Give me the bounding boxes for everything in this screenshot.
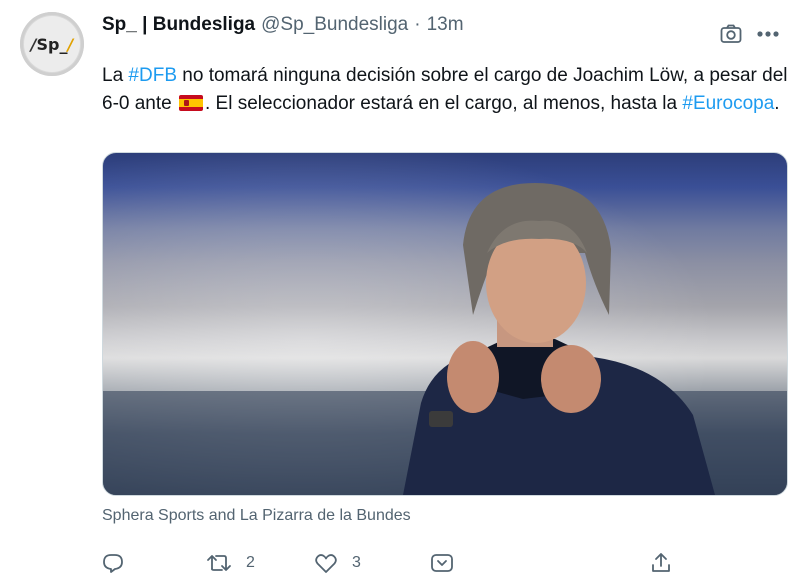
share-button[interactable]	[650, 552, 672, 574]
camera-icon[interactable]	[720, 24, 742, 44]
reply-button[interactable]	[102, 552, 124, 574]
retweet-count: 2	[246, 554, 255, 571]
share-icon	[650, 552, 672, 574]
more-icon[interactable]	[756, 30, 780, 38]
chevron-down-icon	[430, 552, 454, 574]
retweet-button[interactable]: 2	[206, 552, 255, 574]
tweet-text: La #DFB no tomará ninguna decisión sobre…	[102, 65, 788, 114]
top-icons	[720, 24, 780, 44]
notify-button[interactable]	[430, 552, 454, 574]
reply-icon	[102, 552, 124, 574]
like-button[interactable]: 3	[314, 552, 361, 574]
tweet-header: Sp_ | Bundesliga @Sp_Bundesliga · 13m	[102, 12, 464, 38]
timestamp[interactable]: 13m	[427, 14, 464, 36]
tweet-photo[interactable]	[102, 152, 788, 496]
tweet[interactable]: / Sp_ / Sp_ | Bundesliga @Sp_Bundesliga · …	[0, 0, 800, 579]
avatar-logo: / Sp_ /	[24, 16, 80, 72]
hashtag-eurocopa[interactable]: #Eurocopa	[682, 93, 774, 114]
hashtag-dfb[interactable]: #DFB	[128, 65, 177, 86]
action-bar: 2 3	[102, 552, 682, 576]
user-handle[interactable]: @Sp_Bundesliga	[261, 14, 408, 36]
like-icon	[314, 552, 338, 574]
photo-credit[interactable]: Sphera Sports and La Pizarra de la Bunde…	[102, 507, 411, 525]
display-name[interactable]: Sp_ | Bundesliga	[102, 14, 255, 36]
like-count: 3	[352, 554, 361, 571]
avatar[interactable]: / Sp_ /	[20, 12, 84, 76]
separator-dot: ·	[414, 14, 421, 35]
retweet-icon	[206, 552, 232, 574]
flag-spain-icon	[179, 95, 203, 111]
